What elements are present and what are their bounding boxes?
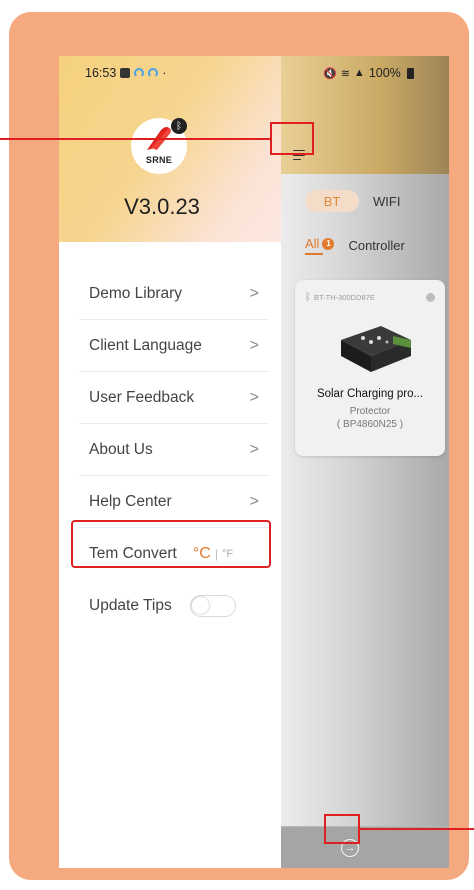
status-bar-left: 16:53 · — [85, 66, 166, 80]
menu-item-demo-library[interactable]: Demo Library > — [79, 268, 269, 320]
annotation-line — [360, 828, 474, 830]
phone-screen: 🔇 ≋ ▲ 100% BT WIFI All 1 Controller ᛒ BT… — [59, 56, 449, 868]
drawer-header: 16:53 · ᛒ SRNE V3.0.23 — [59, 56, 281, 242]
bluetooth-icon: ᛒ — [171, 118, 187, 134]
dot-icon: · — [162, 66, 167, 80]
drawer-menu: Demo Library > Client Language > User Fe… — [79, 268, 269, 632]
tab-wifi[interactable]: WIFI — [373, 194, 400, 209]
connection-mode-tabs: BT WIFI — [305, 190, 400, 212]
mute-icon: 🔇 — [323, 67, 337, 80]
battery-percent: 100% — [368, 66, 401, 80]
menu-item-label: Client Language — [89, 336, 202, 354]
status-dot-icon — [426, 293, 435, 302]
tab-all-label: All — [305, 236, 320, 251]
menu-item-about-us[interactable]: About Us > — [79, 424, 269, 476]
count-badge: 1 — [322, 237, 335, 250]
bluetooth-icon: ᛒ — [305, 292, 311, 303]
annotation-line — [0, 138, 271, 140]
tab-all[interactable]: All 1 — [305, 236, 335, 255]
device-filter-tabs: All 1 Controller — [305, 236, 405, 255]
chevron-right-icon: > — [249, 492, 259, 510]
update-tips-toggle[interactable] — [189, 595, 236, 617]
card-header: ᛒ BT-TH-300DD87E — [305, 292, 375, 303]
sync-icon — [148, 68, 159, 78]
gallery-icon — [120, 68, 131, 78]
wifi-icon: ≋ — [340, 67, 350, 80]
menu-item-label: User Feedback — [89, 388, 195, 406]
menu-item-user-feedback[interactable]: User Feedback > — [79, 372, 269, 424]
tab-controller[interactable]: Controller — [348, 238, 404, 253]
menu-item-client-language[interactable]: Client Language > — [79, 320, 269, 372]
app-version: V3.0.23 — [124, 194, 200, 219]
update-tips-row: Update Tips — [79, 580, 269, 632]
device-card[interactable]: ᛒ BT-TH-300DD87E Solar Charging pro... P… — [295, 280, 445, 456]
status-time: 16:53 — [85, 66, 117, 80]
app-main-panel[interactable]: 🔇 ≋ ▲ 100% BT WIFI All 1 Controller ᛒ BT… — [281, 56, 449, 868]
device-subtitle: Protector — [349, 406, 391, 417]
chevron-right-icon: > — [249, 388, 259, 406]
logo-text: SRNE — [145, 155, 173, 165]
tab-bt[interactable]: BT — [305, 190, 359, 212]
device-title: Solar Charging pro... — [316, 388, 424, 400]
menu-item-label: Help Center — [89, 492, 172, 510]
charge-controller-image — [341, 326, 411, 372]
device-model: ( BP4860N25 ) — [336, 419, 404, 430]
signal-icon: ▲ — [353, 67, 365, 79]
sync-icon — [134, 68, 145, 78]
device-frame: 🔇 ≋ ▲ 100% BT WIFI All 1 Controller ᛒ BT… — [9, 12, 469, 880]
battery-icon — [406, 67, 414, 79]
chevron-right-icon: > — [249, 336, 259, 354]
chevron-right-icon: > — [249, 284, 259, 302]
toggle-knob — [191, 597, 209, 614]
status-icons: 🔇 ≋ ▲ 100% — [323, 66, 414, 80]
srne-logo: ᛒ SRNE — [131, 118, 187, 174]
annotation-highlight-nav — [324, 814, 360, 844]
menu-item-label: Demo Library — [89, 284, 183, 302]
annotation-highlight-temp — [71, 520, 271, 568]
side-drawer: 16:53 · ᛒ SRNE V3.0.23 Demo Library > Cl… — [59, 56, 281, 868]
device-id: BT-TH-300DD87E — [314, 293, 375, 302]
menu-item-label: About Us — [89, 440, 153, 458]
update-tips-label: Update Tips — [89, 597, 172, 614]
bottom-bar: → — [281, 826, 449, 868]
chevron-right-icon: > — [249, 440, 259, 458]
annotation-highlight-menu — [270, 122, 314, 155]
app-header: 🔇 ≋ ▲ 100% — [281, 56, 449, 174]
